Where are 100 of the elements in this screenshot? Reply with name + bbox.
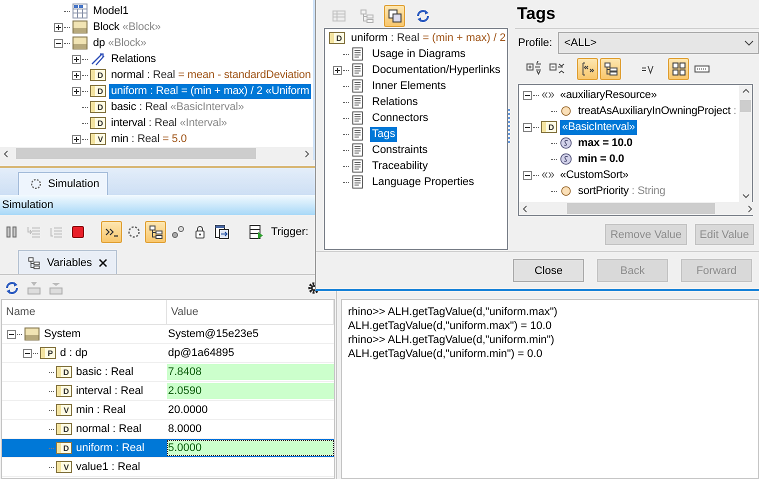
variable-name: basic : Real: [76, 366, 134, 378]
property-icon: D: [329, 32, 345, 44]
window-arrow-icon: [214, 224, 230, 240]
expand-toggle[interactable]: [523, 90, 532, 100]
page-icon: [351, 63, 365, 77]
expand-toggle[interactable]: [72, 70, 81, 80]
scrollbar-thumb[interactable]: [740, 100, 751, 112]
tag-item[interactable]: «CustomSort»: [558, 168, 631, 182]
nav-item[interactable]: Inner Elements: [370, 78, 448, 94]
table-row[interactable]: D interval : Real 2.0590: [2, 382, 334, 401]
nav-item[interactable]: Language Properties: [370, 174, 476, 190]
grid-button[interactable]: [668, 58, 689, 80]
nav-item[interactable]: Usage in Diagrams: [370, 46, 468, 62]
table-row[interactable]: D uniform : Real 5.0000: [2, 439, 334, 458]
expand-toggle[interactable]: [72, 86, 81, 96]
nav-item[interactable]: Constraints: [370, 142, 430, 158]
close-icon[interactable]: [98, 258, 108, 268]
trigger-label: Trigger:: [271, 226, 308, 238]
horizontal-scrollbar[interactable]: [0, 147, 313, 160]
column-header[interactable]: Name: [2, 300, 167, 324]
block-icon: [72, 35, 88, 51]
page-icon: [351, 143, 365, 157]
expand-toggle[interactable]: [72, 134, 81, 144]
expand-toggle[interactable]: [54, 22, 63, 32]
tree-item[interactable]: normal : Real = mean - standardDeviation: [109, 68, 313, 82]
dotted-circle-icon: [126, 224, 142, 240]
nav-item[interactable]: Relations: [370, 94, 420, 110]
table-row[interactable]: V min : Real 20.0000: [2, 401, 334, 420]
table-row[interactable]: System System@15e23e5: [2, 325, 334, 344]
tree-item[interactable]: min : Real = 5.0: [109, 132, 189, 146]
nav-item[interactable]: Connectors: [370, 110, 430, 126]
profile-dropdown[interactable]: <ALL>: [558, 32, 759, 54]
console-line: ALH.getTagValue(d,"uniform.min") = 0.0: [348, 347, 544, 361]
table-row[interactable]: P d : dp dp@1a64895: [2, 344, 334, 363]
property-icon: D: [56, 366, 72, 378]
tree-item[interactable]: interval : Real «Interval»: [109, 116, 230, 130]
tree-item[interactable]: Relations: [109, 52, 158, 66]
panel-title: Tags: [515, 0, 759, 29]
expand-toggle[interactable]: [333, 66, 342, 74]
expand-all-icon: [526, 61, 542, 77]
chevron-down-icon: [744, 40, 754, 46]
property-icon: V: [56, 461, 72, 473]
expand-toggle[interactable]: [523, 170, 532, 180]
variable-value: 20.0000: [167, 403, 209, 418]
tree-item[interactable]: uniform : Real = (min + max) / 2 «Uniform: [109, 84, 312, 98]
tab[interactable]: Simulation: [18, 172, 108, 195]
tree-item[interactable]: basic : Real «BasicInterval»: [109, 100, 246, 114]
tree-item[interactable]: Block «Block»: [91, 20, 163, 34]
scrollbar-thumb[interactable]: [567, 203, 715, 214]
nav-item[interactable]: Traceability: [370, 158, 430, 174]
page-icon: [351, 159, 365, 173]
expand-toggle[interactable]: [523, 122, 532, 132]
variable-value: System@15e23e5: [167, 327, 260, 342]
bracket-chevrons-icon: [580, 61, 596, 77]
variable-name: value1 : Real: [76, 461, 140, 473]
tag-item[interactable]: treatAsAuxiliaryInOwningProject :: [576, 104, 738, 118]
horizontal-scrollbar[interactable]: [519, 202, 756, 215]
expand-toggle[interactable]: [23, 348, 32, 358]
tag-item[interactable]: min = 0.0: [576, 152, 626, 166]
tag-item[interactable]: «BasicInterval»: [560, 120, 637, 134]
hierarchy-icon: [27, 256, 41, 270]
column-header[interactable]: Value: [167, 300, 334, 324]
four-squares-icon: [670, 61, 686, 77]
scrollbar-thumb[interactable]: [16, 148, 256, 159]
property-icon: D: [56, 385, 72, 397]
stop-icon: [70, 224, 86, 240]
tree-button[interactable]: [145, 220, 166, 242]
nav-item[interactable]: Documentation/Hyperlinks: [370, 62, 502, 78]
group-button[interactable]: [600, 58, 621, 80]
expand-toggle[interactable]: [72, 54, 81, 64]
property-icon: D: [90, 85, 106, 97]
slot-icon: [559, 136, 573, 150]
nav-item[interactable]: Tags: [370, 126, 398, 142]
stereotypes-button[interactable]: [577, 58, 598, 80]
tag-item[interactable]: max = 10.0: [576, 136, 634, 150]
console-line: rhino>> ALH.getTagValue(d,"uniform.min"): [348, 333, 556, 347]
dialog-button[interactable]: Close: [513, 259, 584, 282]
tab[interactable]: Variables: [18, 250, 118, 274]
profile-label: Profile:: [518, 36, 552, 48]
table-row[interactable]: D basic : Real 7.8408: [2, 363, 334, 382]
table-row[interactable]: V value1 : Real: [2, 458, 334, 477]
tree-item[interactable]: Model1: [91, 4, 130, 18]
page-icon: [351, 127, 365, 141]
property-icon: V: [90, 133, 106, 145]
console-button[interactable]: [101, 220, 122, 242]
slot-icon: [559, 152, 573, 166]
expand-toggle[interactable]: [7, 330, 16, 338]
variable-name: interval : Real: [76, 385, 144, 397]
property-icon: V: [56, 404, 72, 416]
pause-icon: [4, 224, 20, 240]
tag-item[interactable]: «auxiliaryResource»: [558, 88, 659, 102]
expand-toggle[interactable]: [54, 38, 63, 48]
variable-name: System: [44, 328, 81, 340]
variable-name: d : dp: [60, 347, 88, 359]
tree-item[interactable]: dp «Block»: [91, 36, 148, 50]
page-icon: [351, 111, 365, 125]
copy-button[interactable]: [384, 4, 405, 26]
circle-icon: [559, 184, 573, 198]
tray-icon: [48, 280, 64, 296]
tree-item[interactable]: uniform : Real = (min + max) / 2: [349, 30, 507, 46]
